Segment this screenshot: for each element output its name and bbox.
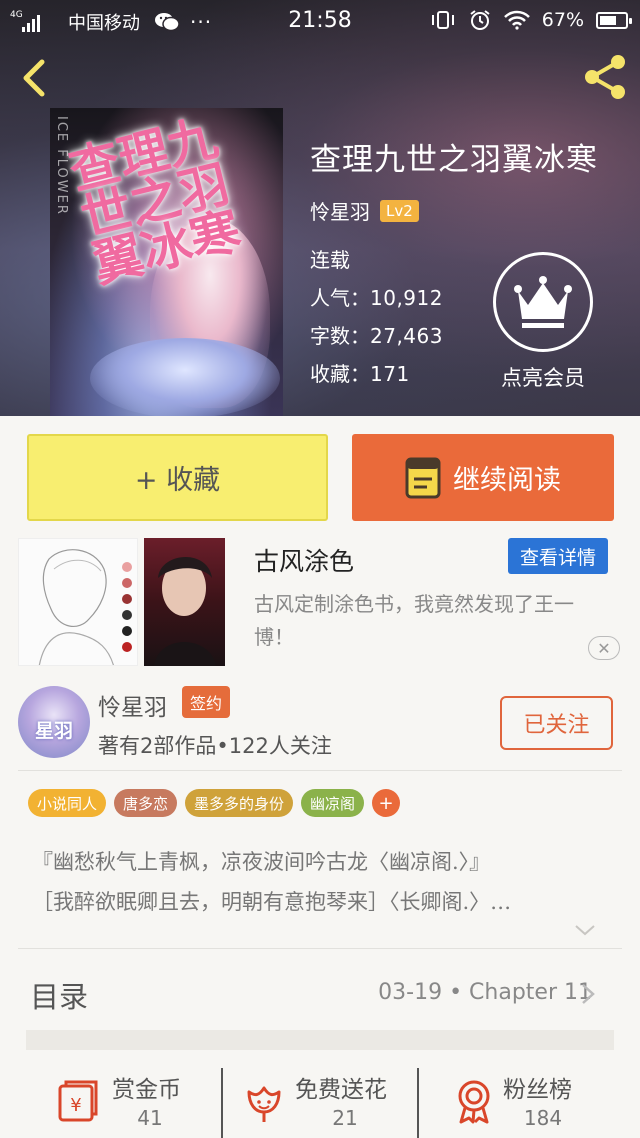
level-badge: Lv2	[380, 199, 419, 222]
catalog-row[interactable]: 目录 03-19 • Chapter 11	[0, 950, 640, 1030]
reward-count: 41	[137, 1106, 163, 1130]
reward-label: 赏金币	[112, 1077, 181, 1103]
book-cover[interactable]: ICE FLOWER 查理九世之羽翼冰寒	[50, 108, 283, 416]
book-icon	[405, 457, 441, 498]
cover-illustration-dress	[90, 338, 280, 416]
ad-title: 古风涂色	[254, 547, 355, 576]
word-count-stat: 字数：27,463	[310, 320, 443, 349]
flower-label: 免费送花	[295, 1077, 387, 1103]
author-name[interactable]: 怜星羽	[310, 196, 370, 225]
vibrate-icon	[431, 11, 454, 29]
ad-banner[interactable]: 古风涂色 查看详情 古风定制涂色书，我竟然发现了王一博！ ✕	[18, 538, 622, 668]
popularity-label: 人气：	[310, 286, 370, 310]
reward-coins-button[interactable]: ¥ 赏金币 41	[0, 1058, 220, 1138]
follow-button[interactable]: 已关注	[500, 696, 613, 750]
divider	[18, 948, 622, 949]
share-button[interactable]	[580, 52, 630, 102]
chevron-right-icon	[582, 984, 595, 1004]
fan-ranking-label: 粉丝榜	[503, 1077, 572, 1103]
tag[interactable]: 唐多恋	[114, 789, 178, 817]
battery-icon	[596, 11, 632, 29]
book-title: 查理九世之羽翼冰寒	[310, 142, 598, 178]
svg-text:¥: ¥	[70, 1095, 81, 1116]
ad-close-button[interactable]: ✕	[588, 636, 620, 660]
alarm-icon	[470, 10, 490, 30]
medal-icon	[458, 1080, 490, 1124]
popularity-value: 10,912	[370, 286, 443, 310]
add-favorite-button[interactable]: + 收藏	[27, 434, 328, 521]
tag[interactable]: 墨多多的身份	[185, 789, 294, 817]
book-header: 4G 中国移动 ··· 21:58 67% ICE FLOWER 查理九世之羽翼…	[0, 0, 640, 416]
tag[interactable]: 幽凉阁	[301, 789, 365, 817]
favorites-label: 收藏：	[310, 362, 370, 386]
signed-badge: 签约	[182, 686, 231, 718]
avatar-text: 星羽	[34, 720, 73, 742]
latest-chapter: 03-19 • Chapter 11	[378, 980, 592, 1005]
author-card-name[interactable]: 怜星羽	[98, 688, 167, 722]
word-count-label: 字数：	[310, 324, 370, 348]
book-status: 连载	[310, 248, 350, 272]
intro-line-2: ［我醉欲眠卿且去，明朝有意抱琴来］〈长卿阁.〉…	[32, 890, 512, 914]
send-flower-button[interactable]: 免费送花 21	[223, 1058, 417, 1138]
bottom-bar: ¥ 赏金币 41 免费送花 21 粉丝榜 184	[0, 1058, 640, 1138]
vip-label[interactable]: 点亮会员	[460, 362, 626, 392]
continue-reading-label: 继续阅读	[453, 465, 561, 496]
flower-icon	[247, 1086, 281, 1122]
fan-ranking-count: 184	[523, 1106, 563, 1130]
tag-list: 小说同人 唐多恋 墨多多的身份 幽凉阁 +	[28, 789, 401, 817]
favorites-value: 171	[370, 362, 410, 386]
reward-icon: ¥	[58, 1080, 98, 1122]
cover-title: 查理九世之羽翼冰寒	[63, 108, 247, 295]
back-button[interactable]	[16, 56, 52, 100]
add-tag-button[interactable]: +	[372, 789, 401, 817]
favorites-stat: 收藏：171	[310, 358, 410, 387]
ad-description: 古风定制涂色书，我竟然发现了王一博！	[254, 592, 574, 649]
continue-reading-button[interactable]: 继续阅读	[352, 434, 614, 521]
catalog-title: 目录	[30, 980, 89, 1014]
vip-button[interactable]	[493, 252, 593, 352]
ad-details-button[interactable]: 查看详情	[508, 538, 608, 574]
wifi-icon	[503, 10, 530, 30]
battery-percent: 67%	[541, 9, 584, 31]
word-count-value: 27,463	[370, 324, 443, 348]
author-avatar[interactable]: 星羽	[18, 686, 90, 758]
author-stats: 著有2部作品•122人关注	[98, 734, 332, 758]
ad-image-portrait	[144, 538, 225, 666]
flower-count: 21	[332, 1106, 358, 1130]
cover-side-text: ICE FLOWER	[54, 116, 69, 216]
status-bar: 4G 中国移动 ··· 21:58 67%	[0, 0, 640, 44]
ad-image-sketch	[18, 538, 138, 666]
divider	[18, 770, 622, 771]
author-line: 怜星羽 Lv2	[310, 196, 419, 225]
popularity-stat: 人气：10,912	[310, 282, 443, 311]
crown-icon	[514, 276, 572, 328]
fan-ranking-button[interactable]: 粉丝榜 184	[419, 1058, 640, 1138]
section-spacer	[26, 1030, 614, 1050]
expand-chevron-icon[interactable]	[574, 922, 596, 938]
intro-line-1: 『幽愁秋气上青枫，凉夜波间吟古龙〈幽凉阁.〉』	[32, 850, 491, 874]
tag[interactable]: 小说同人	[28, 789, 107, 817]
